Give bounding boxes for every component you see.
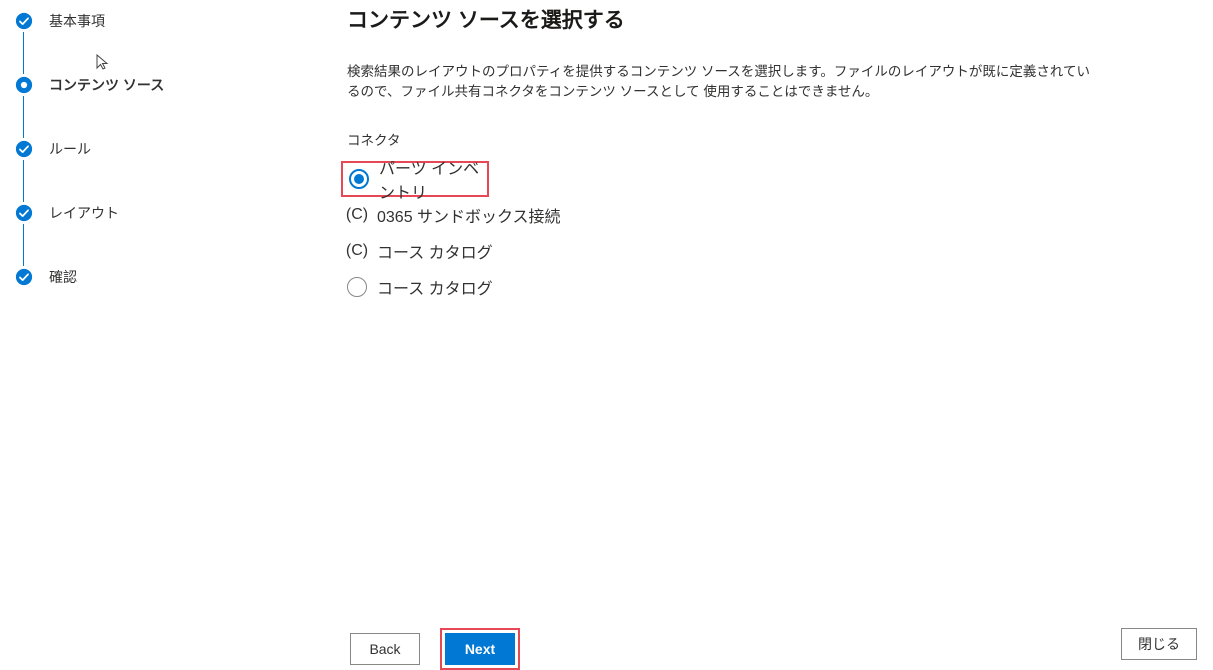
option-label: コース カタログ (377, 239, 493, 263)
connector-option-course-catalog-disabled: (C) コース カタログ (347, 233, 1213, 269)
step-content-source[interactable]: コンテンツ ソース (14, 74, 214, 96)
step-layout[interactable]: レイアウト (14, 202, 214, 224)
check-icon (14, 203, 34, 223)
step-rules[interactable]: ルール (14, 138, 214, 160)
back-button[interactable]: Back (350, 633, 420, 665)
disabled-indicator-icon: (C) (347, 205, 367, 225)
check-icon (14, 139, 34, 159)
option-label: パーツ インベントリ (379, 155, 487, 203)
current-step-icon (14, 75, 34, 95)
next-button-highlight: Next (440, 628, 520, 670)
connector-radio-group: パーツ インベントリ (C) 0365 サンドボックス接続 (C) コース カタ… (347, 161, 1213, 305)
connector-option-parts-inventory[interactable]: パーツ インベントリ (341, 161, 489, 197)
step-confirm[interactable]: 確認 (14, 266, 214, 288)
option-label: 0365 サンドボックス接続 (377, 203, 561, 227)
page-title: コンテンツ ソースを選択する (347, 4, 1213, 34)
radio-unselected-icon (347, 277, 367, 297)
step-basics[interactable]: 基本事項 (14, 10, 214, 32)
check-icon (14, 11, 34, 31)
step-connector (23, 224, 24, 266)
step-label: コンテンツ ソース (49, 75, 164, 95)
step-label: レイアウト (49, 203, 119, 223)
step-list: 基本事項 コンテンツ ソース ルール レイアウト 確認 (14, 10, 214, 288)
step-label: 基本事項 (49, 11, 105, 31)
disabled-indicator-icon: (C) (347, 241, 367, 261)
step-connector (23, 32, 24, 74)
option-label: コース カタログ (377, 275, 493, 299)
next-button[interactable]: Next (445, 633, 515, 665)
radio-selected-icon (349, 169, 369, 189)
step-label: ルール (49, 139, 91, 159)
page-description: 検索結果のレイアウトのプロパティを提供するコンテンツ ソースを選択します。ファイ… (347, 62, 1097, 101)
check-icon (14, 267, 34, 287)
connector-group-label: コネクタ (347, 129, 1213, 149)
step-connector (23, 160, 24, 202)
footer: Back Next 閉じる (0, 615, 1213, 665)
close-button[interactable]: 閉じる (1121, 628, 1197, 660)
main-panel: コンテンツ ソースを選択する 検索結果のレイアウトのプロパティを提供するコンテン… (347, 0, 1213, 305)
connector-option-course-catalog[interactable]: コース カタログ (347, 269, 1213, 305)
step-label: 確認 (49, 267, 77, 287)
step-connector (23, 96, 24, 138)
